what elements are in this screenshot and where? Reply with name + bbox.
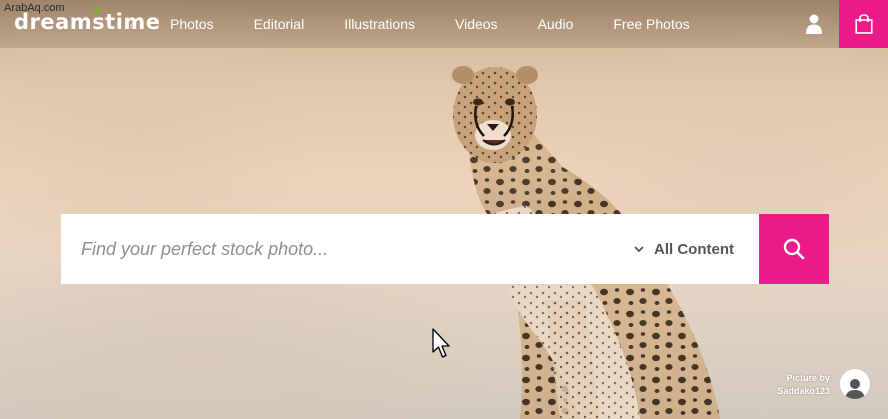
nav-item-audio[interactable]: Audio: [538, 16, 574, 32]
photo-credit-author[interactable]: Saddako123: [777, 385, 830, 398]
author-avatar[interactable]: [840, 369, 870, 399]
nav-item-illustrations[interactable]: Illustrations: [344, 16, 415, 32]
content-type-dropdown[interactable]: All Content: [624, 214, 759, 284]
main-nav: Photos Editorial Illustrations Videos Au…: [170, 0, 690, 48]
photo-credit: Picture by Saddako123: [777, 372, 830, 398]
photo-credit-label: Picture by: [786, 373, 830, 383]
dreamstime-logo[interactable]: dreamstime: [14, 10, 161, 34]
search-button[interactable]: [759, 214, 829, 284]
mouse-cursor-icon: [432, 328, 450, 358]
shopping-bag-icon: [854, 14, 873, 34]
user-account-button[interactable]: [798, 8, 830, 40]
user-icon: [806, 14, 822, 34]
shopping-bag-button[interactable]: [839, 0, 888, 48]
search-bar: All Content: [61, 214, 829, 284]
top-navigation-bar: ArabAq.com dreamstime ® Photos Editorial…: [0, 0, 888, 48]
search-field-container: All Content: [61, 214, 759, 284]
content-type-label: All Content: [654, 240, 734, 258]
user-avatar-icon: [845, 379, 865, 399]
search-input[interactable]: [81, 238, 624, 260]
nav-item-free-photos[interactable]: Free Photos: [613, 16, 689, 32]
registered-mark: ®: [130, 24, 136, 31]
nav-item-photos[interactable]: Photos: [170, 16, 214, 32]
nav-item-editorial[interactable]: Editorial: [254, 16, 305, 32]
chevron-down-icon: [634, 245, 644, 253]
search-icon: [783, 238, 805, 260]
nav-item-videos[interactable]: Videos: [455, 16, 498, 32]
